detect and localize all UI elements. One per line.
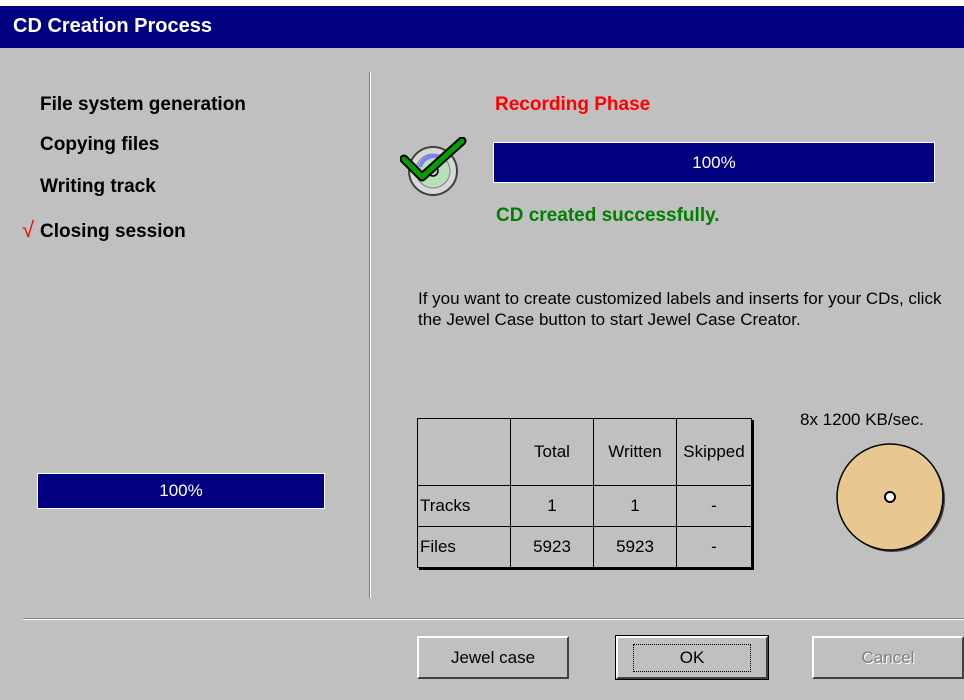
table-cell: Tracks bbox=[417, 485, 511, 527]
table-header-cell: Written bbox=[593, 418, 677, 486]
ok-button-label: OK bbox=[632, 643, 752, 672]
table-cell: - bbox=[676, 526, 752, 568]
window-title: CD Creation Process bbox=[13, 15, 212, 37]
recording-speed: 8x 1200 KB/sec. bbox=[800, 410, 924, 429]
horizontal-divider bbox=[23, 618, 964, 620]
jewel-case-button[interactable]: Jewel case bbox=[417, 636, 569, 679]
table-cell: - bbox=[676, 485, 752, 527]
step-closing-session: Closing session bbox=[40, 221, 186, 242]
table-row: Files 5923 5923 - bbox=[417, 526, 752, 568]
ok-button[interactable]: OK bbox=[615, 635, 769, 680]
table-header-cell: Total bbox=[510, 418, 594, 486]
phase-progress-bar: 100% bbox=[493, 142, 935, 183]
overall-progress-label: 100% bbox=[159, 481, 203, 500]
table-row: Tracks 1 1 - bbox=[417, 485, 752, 527]
step-check-icon: √ bbox=[22, 217, 35, 242]
table-cell: 5923 bbox=[510, 526, 594, 568]
table-cell: Files bbox=[417, 526, 511, 568]
step-writing-track: Writing track bbox=[40, 176, 156, 197]
overall-progress-bar: 100% bbox=[37, 473, 325, 509]
title-bar[interactable]: CD Creation Process bbox=[0, 6, 964, 48]
cancel-button[interactable]: Cancel bbox=[812, 636, 964, 679]
phase-progress-label: 100% bbox=[692, 152, 736, 172]
phase-title: Recording Phase bbox=[495, 94, 651, 115]
table-header-cell: Skipped bbox=[676, 418, 752, 486]
table-cell: 1 bbox=[593, 485, 677, 527]
success-message: CD created successfully. bbox=[496, 205, 720, 226]
vertical-divider bbox=[369, 72, 371, 598]
table-cell: 1 bbox=[510, 485, 594, 527]
table-header-cell bbox=[417, 418, 511, 486]
disc-icon bbox=[836, 443, 952, 564]
table-header-row: Total Written Skipped bbox=[417, 418, 752, 486]
step-file-system-generation: File system generation bbox=[40, 94, 246, 115]
cd-creation-dialog: CD Creation Process File system generati… bbox=[0, 6, 964, 700]
jewel-case-info-text: If you want to create customized labels … bbox=[418, 289, 942, 329]
stats-table: Total Written Skipped Tracks 1 1 - Files… bbox=[417, 418, 752, 568]
cd-check-icon bbox=[399, 136, 468, 202]
step-copying-files: Copying files bbox=[40, 134, 160, 155]
table-cell: 5923 bbox=[593, 526, 677, 568]
